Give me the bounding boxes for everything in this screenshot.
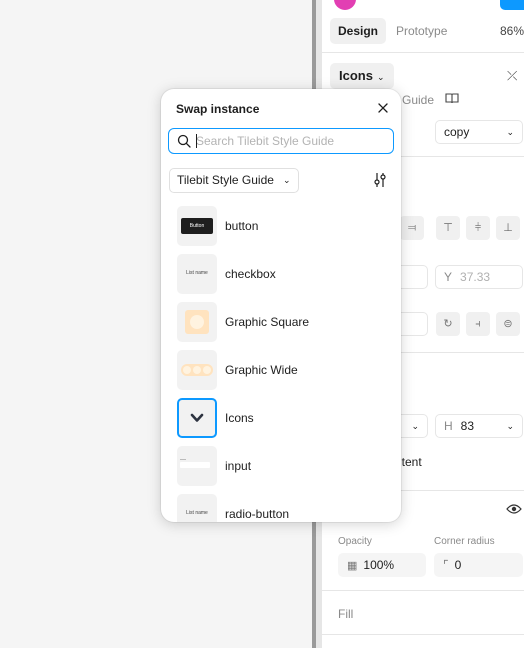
y-label: Y	[444, 270, 453, 284]
zoom-level[interactable]: 86%	[500, 24, 524, 38]
component-thumbnail: Button	[177, 206, 217, 246]
chevron-down-icon	[190, 413, 204, 422]
align-middle-button[interactable]: ⫩	[466, 216, 490, 240]
corner-radius-label: Corner radius	[434, 536, 495, 547]
eye-icon[interactable]	[506, 503, 522, 518]
align-right-button[interactable]: ⫤	[400, 216, 424, 240]
text-caret	[196, 134, 197, 148]
list-item-label: input	[225, 459, 252, 473]
list-item-checkbox[interactable]: List name checkbox	[161, 251, 401, 299]
tab-design[interactable]: Design	[330, 18, 387, 44]
tab-prototype[interactable]: Prototype	[388, 18, 455, 44]
corner-radius-icon: ⌜	[443, 558, 449, 572]
corner-radius-field[interactable]: ⌜ 0	[434, 553, 523, 577]
corner-radius-value: 0	[454, 558, 462, 572]
align-bottom-button[interactable]: ⊥	[496, 216, 520, 240]
flip-horizontal-icon[interactable]: ⫞	[466, 312, 490, 336]
list-item-icons[interactable]: Icons	[161, 395, 401, 443]
rotate-icon[interactable]: ↻	[436, 312, 460, 336]
y-value: 37.33	[460, 270, 491, 284]
list-preview: List name	[186, 270, 208, 276]
opacity-label: Opacity	[338, 536, 372, 547]
list-item-graphic-wide[interactable]: Graphic Wide	[161, 347, 401, 395]
panel-tabs: Design Prototype	[322, 18, 524, 46]
component-thumbnail	[177, 302, 217, 342]
opacity-icon: ▦	[347, 560, 358, 572]
list-item-label: button	[225, 219, 259, 233]
component-thumbnail: List name	[177, 494, 217, 522]
button-preview: Button	[181, 218, 213, 234]
input-preview	[180, 459, 210, 468]
height-field[interactable]: H 83 ⌄	[435, 414, 523, 438]
popup-title: Swap instance	[176, 102, 260, 116]
search-input[interactable]	[196, 131, 386, 150]
y-field[interactable]: Y 37.33	[435, 265, 523, 289]
align-top-button[interactable]: ⊤	[436, 216, 460, 240]
h-label: H	[444, 419, 453, 433]
flip-vertical-icon[interactable]: ⊜	[496, 312, 520, 336]
variant-property-select[interactable]: copy ⌄	[435, 120, 523, 144]
chevron-down-icon: ⌄	[506, 421, 514, 431]
list-item-input[interactable]: input	[161, 443, 401, 491]
list-item-label: checkbox	[225, 267, 276, 281]
fill-section-label: Fill	[338, 607, 354, 621]
opacity-field[interactable]: ▦ 100%	[338, 553, 426, 577]
list-item-label: radio-button	[225, 507, 290, 521]
filter-icon[interactable]	[372, 172, 388, 188]
component-name-dropdown[interactable]: Icons ⌄	[330, 63, 394, 89]
library-select-value: Tilebit Style Guide	[177, 173, 274, 187]
component-thumbnail	[177, 398, 217, 438]
chevron-down-icon: ⌄	[411, 421, 419, 431]
search-box[interactable]	[168, 128, 394, 154]
chevron-down-icon: ⌄	[283, 175, 291, 185]
detach-icon[interactable]: ⤫	[507, 68, 517, 84]
list-item-radio-button[interactable]: List name radio-button	[161, 491, 401, 522]
variant-property-value: copy	[444, 125, 470, 139]
chevron-down-icon: ⌄	[376, 72, 385, 82]
share-button[interactable]	[500, 0, 524, 10]
list-item-graphic-square[interactable]: Graphic Square	[161, 299, 401, 347]
h-value: 83	[460, 419, 475, 433]
list-item-button[interactable]: Button button	[161, 203, 401, 251]
swap-instance-popup: Swap instance Tilebit Style Guide ⌄ Butt…	[161, 89, 401, 522]
component-name: Icons	[339, 68, 373, 83]
component-thumbnail: List name	[177, 254, 217, 294]
divider	[322, 634, 524, 635]
close-icon[interactable]	[374, 99, 392, 117]
list-item-label: Icons	[225, 411, 254, 425]
search-icon	[177, 134, 191, 148]
list-item-label: Graphic Wide	[225, 363, 298, 377]
chevron-down-icon: ⌄	[506, 127, 514, 137]
opacity-value: 100%	[363, 558, 395, 572]
component-thumbnail	[177, 350, 217, 390]
list-item-label: Graphic Square	[225, 315, 310, 329]
library-name: Guide	[402, 93, 435, 107]
divider	[322, 52, 524, 53]
avatar[interactable]	[334, 0, 356, 10]
book-icon[interactable]	[445, 92, 459, 107]
component-thumbnail	[177, 446, 217, 486]
graphic-wide-preview	[181, 364, 213, 376]
library-select[interactable]: Tilebit Style Guide ⌄	[169, 168, 299, 193]
list-preview: List name	[186, 510, 208, 516]
divider	[322, 590, 524, 591]
graphic-square-preview	[185, 310, 209, 334]
